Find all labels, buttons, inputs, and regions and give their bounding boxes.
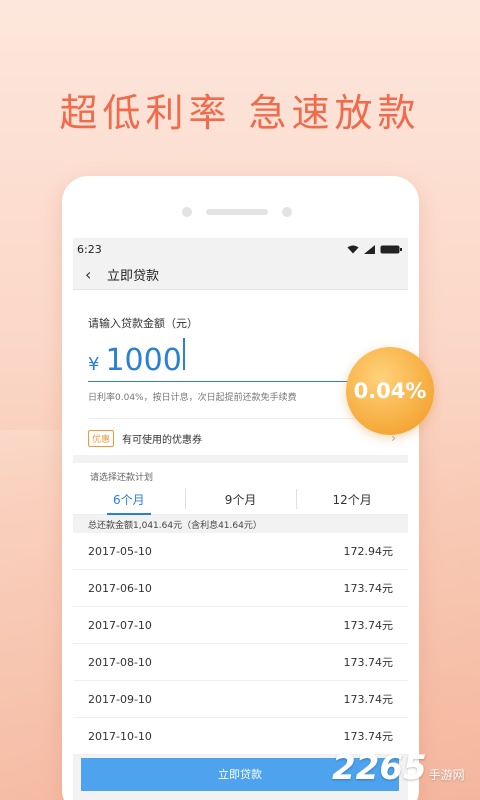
row-amount: 173.74元 <box>343 656 394 669</box>
repayment-list: 2017-05-10 172.94元 2017-06-10 173.74元 2017… <box>73 533 408 755</box>
list-item: 2017-09-10 173.74元 <box>73 681 408 718</box>
signal-icon <box>364 244 375 254</box>
row-date: 2017-08-10 <box>88 655 152 669</box>
plan-title: 请选择还款计划 <box>73 463 408 483</box>
list-item: 2017-06-10 173.74元 <box>73 570 408 607</box>
status-time: 6:23 <box>77 242 102 256</box>
tab-6-months[interactable]: 6个月 <box>73 483 185 515</box>
rate-badge: 0.04% <box>346 347 434 435</box>
list-item: 2017-08-10 173.74元 <box>73 644 408 681</box>
chevron-left-icon[interactable]: ‹ <box>85 265 107 284</box>
promo-headline: 超低利率 急速放款 <box>59 91 421 135</box>
row-amount: 173.74元 <box>343 730 394 743</box>
sensor-dot <box>282 207 292 217</box>
amount-prompt: 请输入贷款金额（元） <box>88 317 198 330</box>
watermark-number: 2265 <box>332 748 427 788</box>
battery-icon <box>380 245 402 253</box>
plan-tabs: 6个月 9个月 12个月 <box>73 483 408 515</box>
total-repayment: 总还款金额1,041.64元（含利息41.64元） <box>73 515 408 533</box>
coupon-row[interactable]: 优惠 有可使用的优惠券 › <box>88 426 396 450</box>
currency-symbol: ¥ <box>88 354 100 375</box>
status-bar: 6:23 <box>73 238 408 260</box>
rate-hint: 日利率0.04%，按日计息，次日起提前还款免手续费 <box>88 393 297 403</box>
coupon-badge: 优惠 <box>88 429 115 447</box>
list-item: 2017-05-10 172.94元 <box>73 533 408 570</box>
list-item: 2017-07-10 173.74元 <box>73 607 408 644</box>
nav-title: 立即贷款 <box>107 269 160 284</box>
row-amount: 173.74元 <box>343 582 394 595</box>
camera-dot <box>182 207 192 217</box>
app-screen: 6:23 ‹ 立即贷款 请输入贷款金额（元） ¥ 1000 日利率0.04%，按… <box>73 238 408 800</box>
tab-9-months[interactable]: 9个月 <box>184 483 297 514</box>
amount-input[interactable]: ¥ 1000 <box>88 338 185 378</box>
speaker-grille <box>206 209 268 215</box>
row-amount: 172.94元 <box>343 545 394 558</box>
row-date: 2017-10-10 <box>88 729 152 743</box>
row-date: 2017-05-10 <box>88 544 152 558</box>
row-date: 2017-09-10 <box>88 692 152 706</box>
wifi-icon <box>347 245 359 253</box>
nav-bar: ‹ 立即贷款 <box>73 260 408 290</box>
row-date: 2017-07-10 <box>88 618 152 632</box>
amount-underline <box>88 381 370 382</box>
text-cursor <box>182 338 185 370</box>
row-amount: 173.74元 <box>343 619 394 632</box>
row-date: 2017-06-10 <box>88 581 152 595</box>
coupon-text: 有可使用的优惠券 <box>122 434 203 446</box>
watermark-logo: 2265 手游网 <box>332 748 465 788</box>
amount-value: 1000 <box>105 343 182 378</box>
section-gap <box>73 455 408 463</box>
watermark-text: 手游网 <box>428 768 465 782</box>
row-amount: 173.74元 <box>343 693 394 706</box>
tab-12-months[interactable]: 12个月 <box>296 483 408 514</box>
